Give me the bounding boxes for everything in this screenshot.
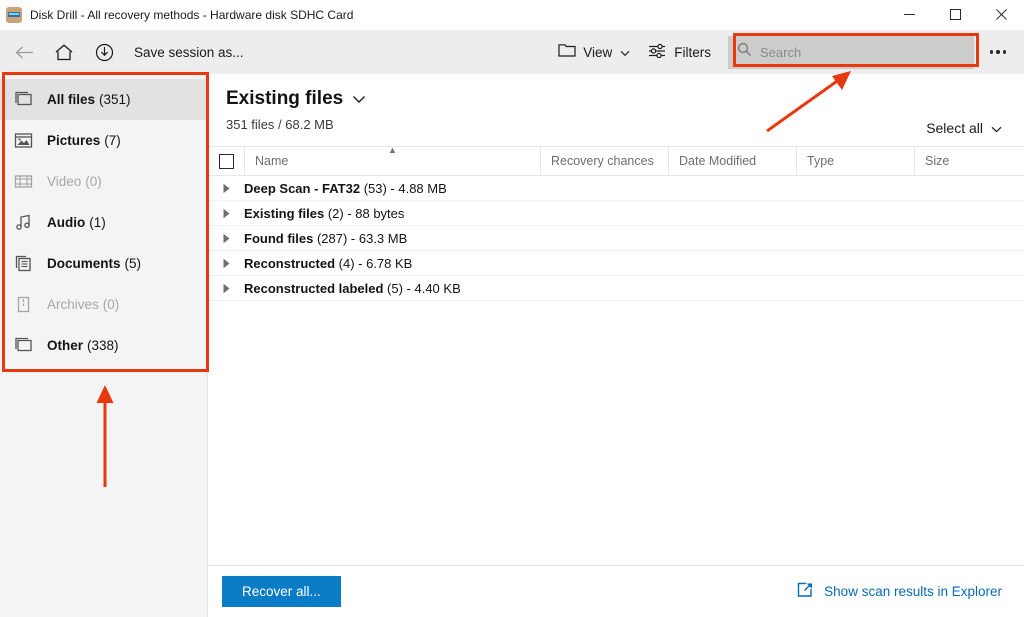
disk-drill-icon	[6, 6, 22, 23]
view-button[interactable]: View	[549, 33, 639, 71]
table-row[interactable]: Found files (287) - 63.3 MB	[208, 226, 1024, 251]
chevron-down-icon	[991, 120, 1002, 136]
command-bar: Save session as... View Filters Search	[0, 30, 1024, 74]
chevron-down-icon	[620, 45, 630, 60]
other-icon	[14, 336, 33, 355]
title-bar: Disk Drill - All recovery methods - Hard…	[0, 0, 1024, 30]
sidebar-item-label: Archives (0)	[47, 297, 120, 312]
sidebar-item-label: Video (0)	[47, 174, 102, 189]
sidebar-item-label: Audio (1)	[47, 215, 106, 230]
file-count-summary: 351 files / 68.2 MB	[226, 117, 334, 132]
search-placeholder: Search	[760, 44, 802, 60]
audio-icon	[14, 213, 33, 232]
sidebar-item-pictures[interactable]: Pictures (7)	[0, 120, 207, 161]
table-row[interactable]: Reconstructed labeled (5) - 4.40 KB	[208, 276, 1024, 301]
window-controls	[886, 0, 1024, 30]
more-options-icon[interactable]	[980, 33, 1016, 71]
row-name: Deep Scan - FAT32 (53) - 4.88 MB	[244, 180, 447, 196]
column-header-type[interactable]: Type	[796, 147, 914, 175]
close-icon[interactable]	[978, 0, 1024, 30]
table-row[interactable]: Reconstructed (4) - 6.78 KB	[208, 251, 1024, 276]
window-body: All files (351) Pictures (7) Video (0) A…	[0, 74, 1024, 617]
table-row[interactable]: Deep Scan - FAT32 (53) - 4.88 MB	[208, 176, 1024, 201]
search-input[interactable]: Search	[728, 35, 974, 69]
column-header-size[interactable]: Size	[914, 147, 1024, 175]
column-label: Type	[807, 154, 835, 168]
column-header-name[interactable]: ▲ Name	[244, 145, 540, 175]
sidebar: All files (351) Pictures (7) Video (0) A…	[0, 74, 208, 617]
title-bar-left: Disk Drill - All recovery methods - Hard…	[0, 6, 886, 23]
column-label: Recovery chances	[551, 154, 654, 168]
table-header: ▲ Name Recovery chances Date Modified Ty…	[208, 146, 1024, 176]
dot-1	[989, 50, 994, 54]
folder-icon	[558, 43, 576, 61]
expand-arrow-icon[interactable]	[208, 183, 244, 194]
chevron-down-icon[interactable]	[352, 88, 366, 110]
sidebar-item-label: Documents (5)	[47, 256, 142, 271]
filters-icon	[648, 43, 667, 61]
filters-label: Filters	[674, 44, 711, 60]
all-files-icon	[14, 90, 33, 109]
row-name: Existing files (2) - 88 bytes	[244, 205, 405, 221]
save-session-button[interactable]: Save session as...	[124, 33, 254, 71]
archives-icon	[14, 295, 33, 314]
pictures-icon	[14, 131, 33, 150]
sidebar-item-label: Pictures (7)	[47, 133, 121, 148]
row-name: Reconstructed labeled (5) - 4.40 KB	[244, 280, 461, 296]
column-label: Name	[255, 154, 289, 168]
save-session-icon[interactable]	[84, 33, 124, 71]
minimize-icon[interactable]	[886, 0, 932, 30]
sidebar-item-all-files[interactable]: All files (351)	[0, 79, 207, 120]
home-icon[interactable]	[44, 33, 84, 71]
window-title: Disk Drill - All recovery methods - Hard…	[30, 7, 354, 22]
main-panel: Existing files 351 files / 68.2 MB Selec…	[208, 74, 1024, 617]
main-header: Existing files 351 files / 68.2 MB Selec…	[208, 74, 1024, 136]
view-label: View	[583, 44, 613, 60]
sidebar-item-documents[interactable]: Documents (5)	[0, 243, 207, 284]
table-row[interactable]: Existing files (2) - 88 bytes	[208, 201, 1024, 226]
column-header-date-modified[interactable]: Date Modified	[668, 147, 796, 175]
footer-bar: Recover all... Show scan results in Expl…	[208, 565, 1024, 617]
video-icon	[14, 172, 33, 191]
sidebar-item-audio[interactable]: Audio (1)	[0, 202, 207, 243]
checkbox-icon	[218, 153, 234, 169]
dot-2	[996, 50, 1000, 54]
expand-arrow-icon[interactable]	[208, 283, 244, 294]
sidebar-item-label: All files (351)	[47, 92, 131, 107]
expand-arrow-icon[interactable]	[208, 258, 244, 269]
sidebar-item-archives[interactable]: Archives (0)	[0, 284, 207, 325]
show-in-explorer-link[interactable]: Show scan results in Explorer	[797, 582, 1002, 601]
back-icon[interactable]	[4, 33, 44, 71]
recover-all-button[interactable]: Recover all...	[222, 576, 341, 607]
column-label: Date Modified	[679, 154, 757, 168]
main-title-row: Existing files	[226, 88, 1006, 110]
open-external-icon	[797, 582, 814, 601]
page-title[interactable]: Existing files	[226, 88, 366, 110]
maximize-icon[interactable]	[932, 0, 978, 30]
sidebar-item-other[interactable]: Other (338)	[0, 325, 207, 366]
select-all-button[interactable]: Select all	[926, 120, 1002, 136]
select-all-label: Select all	[926, 120, 983, 136]
file-tree: Deep Scan - FAT32 (53) - 4.88 MB Existin…	[208, 176, 1024, 565]
sort-ascending-icon: ▲	[388, 145, 397, 155]
dot-3	[1002, 50, 1007, 54]
expand-arrow-icon[interactable]	[208, 208, 244, 219]
page-title-text: Existing files	[226, 88, 344, 109]
expand-arrow-icon[interactable]	[208, 233, 244, 244]
explorer-link-label: Show scan results in Explorer	[824, 584, 1002, 599]
documents-icon	[14, 254, 33, 273]
search-icon	[737, 42, 752, 62]
row-name: Found files (287) - 63.3 MB	[244, 230, 408, 246]
sidebar-item-label: Other (338)	[47, 338, 119, 353]
sidebar-item-video[interactable]: Video (0)	[0, 161, 207, 202]
disk-drill-window: Disk Drill - All recovery methods - Hard…	[0, 0, 1024, 617]
column-header-recovery-chances[interactable]: Recovery chances	[540, 147, 668, 175]
filters-button[interactable]: Filters	[639, 33, 720, 71]
row-name: Reconstructed (4) - 6.78 KB	[244, 255, 413, 271]
column-label: Size	[925, 154, 950, 168]
select-all-checkbox[interactable]	[208, 147, 244, 175]
